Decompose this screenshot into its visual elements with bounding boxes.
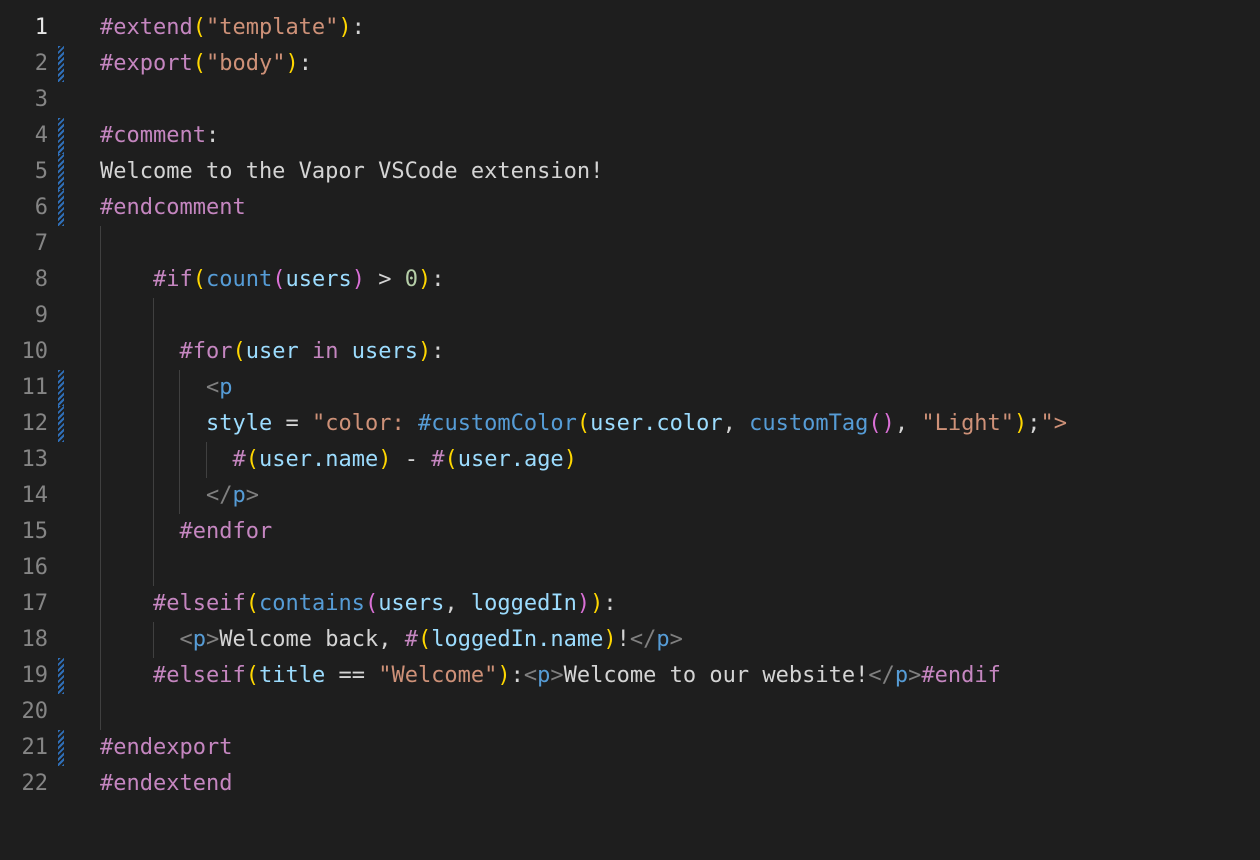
code-line[interactable]: 7 xyxy=(0,226,1260,262)
git-change-marker xyxy=(58,154,64,190)
code-text[interactable]: #export("body"): xyxy=(100,46,312,82)
code-text[interactable]: #comment: xyxy=(100,118,219,154)
line-number: 22 xyxy=(21,771,49,796)
line-number: 16 xyxy=(21,555,49,580)
line-number: 2 xyxy=(34,51,48,76)
code-text[interactable]: style = "color: #customColor(user.color,… xyxy=(100,406,1067,442)
code-line[interactable]: 11 <p xyxy=(0,370,1260,406)
line-number: 11 xyxy=(21,375,49,400)
line-number: 14 xyxy=(21,483,49,508)
code-line[interactable]: 14 </p> xyxy=(0,478,1260,514)
code-line[interactable]: 1 #extend("template"): xyxy=(0,10,1260,46)
code-line[interactable]: 3 xyxy=(0,82,1260,118)
code-editor[interactable]: 1 #extend("template"): 2 #export("body"): 3 4… xyxy=(0,0,1260,860)
git-change-marker xyxy=(58,190,64,226)
code-line[interactable]: 10 #for(user in users): xyxy=(0,334,1260,370)
code-line[interactable]: 9 xyxy=(0,298,1260,334)
editor-lines: 1 #extend("template"): 2 #export("body"): 3 4… xyxy=(0,10,1260,802)
code-line[interactable]: 4 #comment: xyxy=(0,118,1260,154)
code-text[interactable]: Welcome to the Vapor VSCode extension! xyxy=(100,154,603,190)
git-change-marker xyxy=(58,730,64,766)
line-number: 7 xyxy=(34,231,48,256)
line-number: 8 xyxy=(34,267,48,292)
code-text[interactable]: #endfor xyxy=(100,514,273,550)
line-number: 3 xyxy=(34,87,48,112)
code-line[interactable]: 2 #export("body"): xyxy=(0,46,1260,82)
code-line[interactable]: 16 xyxy=(0,550,1260,586)
line-number: 20 xyxy=(21,699,49,724)
code-line[interactable]: 6 #endcomment xyxy=(0,190,1260,226)
code-line[interactable]: 5 Welcome to the Vapor VSCode extension! xyxy=(0,154,1260,190)
code-text[interactable]: #for(user in users): xyxy=(100,334,445,370)
line-number: 9 xyxy=(34,303,48,328)
code-line[interactable]: 18 <p>Welcome back, #(loggedIn.name)!</p… xyxy=(0,622,1260,658)
code-line[interactable]: 22 #endextend xyxy=(0,766,1260,802)
code-line[interactable]: 19 #elseif(title == "Welcome"):<p>Welcom… xyxy=(0,658,1260,694)
indent-guide xyxy=(100,298,101,334)
indent-guide xyxy=(100,226,101,262)
git-change-marker xyxy=(58,370,64,406)
indent-guide xyxy=(152,298,154,334)
indent-guide xyxy=(152,550,154,586)
code-text[interactable]: <p xyxy=(100,370,233,406)
code-text[interactable]: </p> xyxy=(100,478,259,514)
code-text[interactable]: #endcomment xyxy=(100,190,246,226)
line-number: 6 xyxy=(34,195,48,220)
indent-guide xyxy=(100,694,101,730)
code-text[interactable]: #endexport xyxy=(100,730,232,766)
line-number: 5 xyxy=(34,159,48,184)
line-number: 19 xyxy=(21,663,49,688)
line-number: 10 xyxy=(21,339,49,364)
line-number: 18 xyxy=(21,627,49,652)
code-text[interactable]: #if(count(users) > 0): xyxy=(100,262,444,298)
git-change-marker xyxy=(58,406,64,442)
code-text[interactable]: #(user.name) - #(user.age) xyxy=(100,442,577,478)
code-line[interactable]: 21 #endexport xyxy=(0,730,1260,766)
git-change-marker xyxy=(58,658,64,694)
code-line[interactable]: 20 xyxy=(0,694,1260,730)
line-number: 12 xyxy=(21,411,49,436)
line-number: 13 xyxy=(21,447,49,472)
code-line[interactable]: 17 #elseif(contains(users, loggedIn)): xyxy=(0,586,1260,622)
code-text[interactable]: #elseif(title == "Welcome"):<p>Welcome t… xyxy=(100,658,1001,694)
indent-guide xyxy=(100,550,101,586)
code-line[interactable]: 12 style = "color: #customColor(user.col… xyxy=(0,406,1260,442)
code-line[interactable]: 13 #(user.name) - #(user.age) xyxy=(0,442,1260,478)
code-text[interactable]: #endextend xyxy=(100,766,232,802)
code-text[interactable]: #extend("template"): xyxy=(100,10,365,46)
code-text[interactable]: #elseif(contains(users, loggedIn)): xyxy=(100,586,617,622)
line-number: 15 xyxy=(21,519,49,544)
code-line[interactable]: 8 #if(count(users) > 0): xyxy=(0,262,1260,298)
line-number: 4 xyxy=(34,123,48,148)
git-change-marker xyxy=(58,46,64,82)
line-number: 1 xyxy=(34,15,48,40)
code-text[interactable]: <p>Welcome back, #(loggedIn.name)!</p> xyxy=(100,622,683,658)
line-number: 21 xyxy=(21,735,49,760)
code-line[interactable]: 15 #endfor xyxy=(0,514,1260,550)
git-change-marker xyxy=(58,118,64,154)
line-number: 17 xyxy=(21,591,49,616)
